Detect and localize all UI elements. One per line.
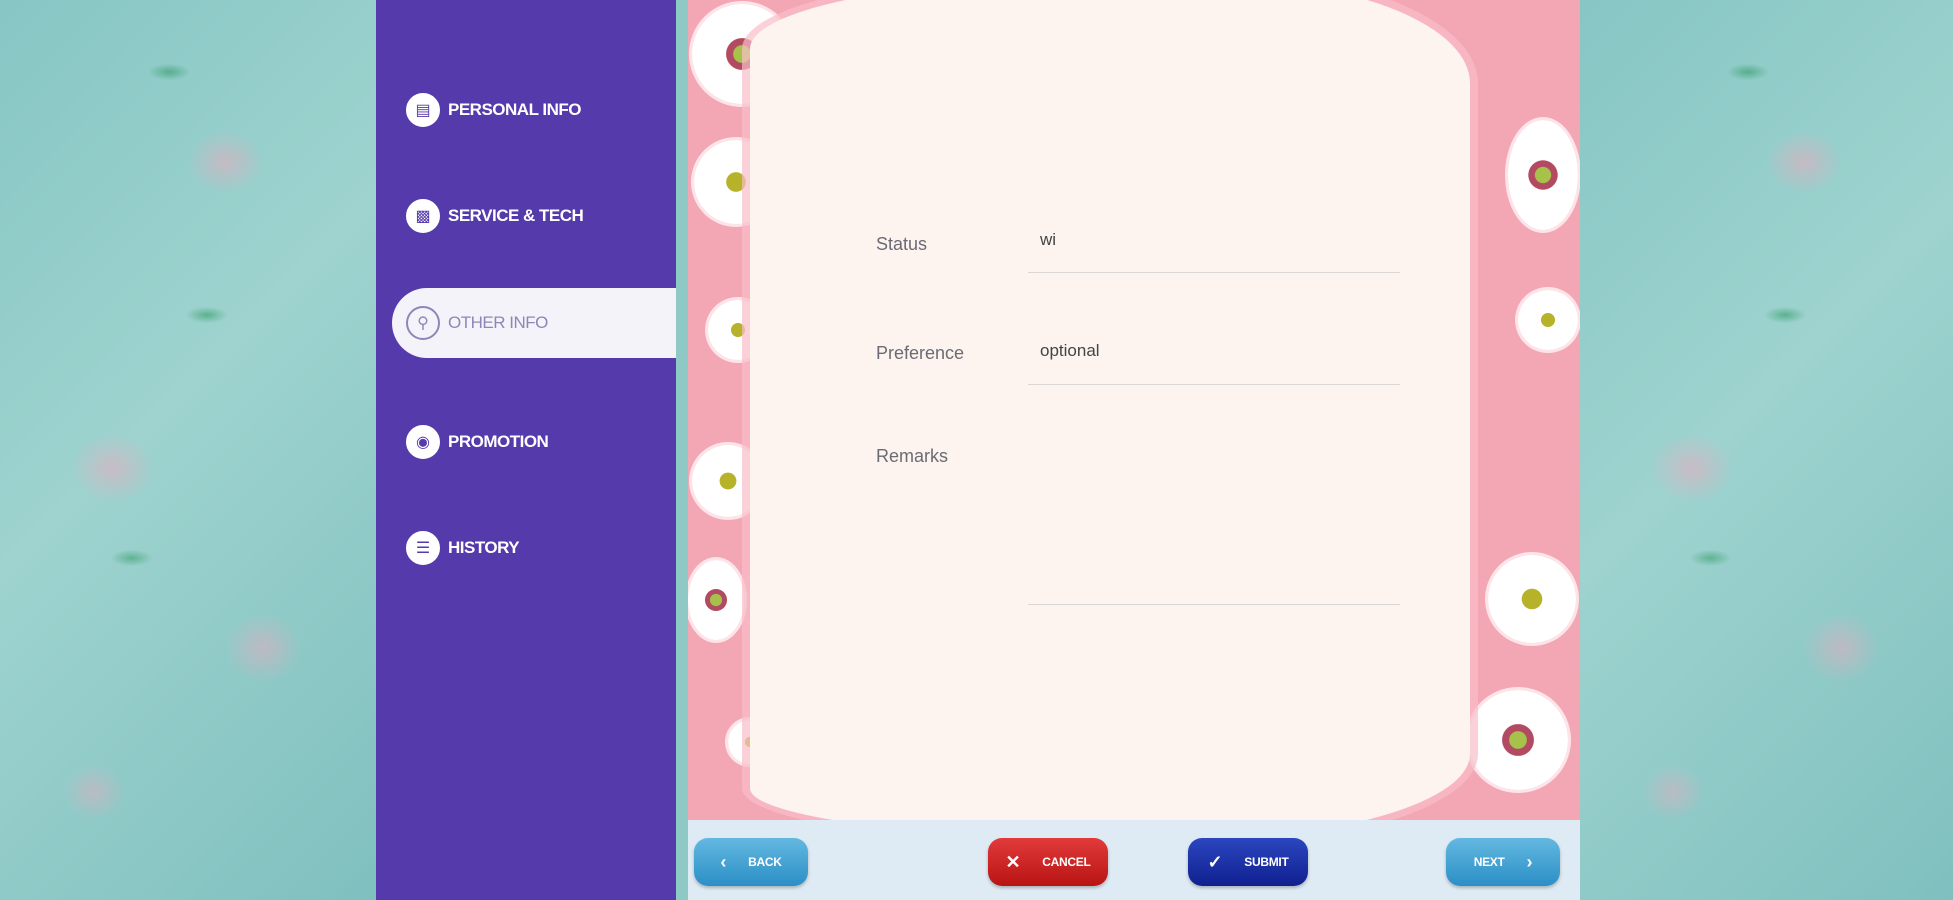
status-label: Status [876,234,928,254]
flower-decoration [688,560,744,640]
sidebar-item-promotion[interactable]: ◉ PROMOTION [406,414,666,470]
sidebar-item-label: SERVICE & TECH [448,206,584,225]
sidebar-item-label: HISTORY [448,538,520,557]
sidebar-item-other-info[interactable]: ⚲ OTHER INFO [392,288,676,358]
sidebar-item-personal-info[interactable]: ▤ PERSONAL INFO [406,82,666,138]
sidebar-item-label: OTHER INFO [448,313,548,332]
remarks-textarea[interactable] [1028,440,1400,604]
status-underline [1028,272,1400,273]
flower-decoration [1508,120,1578,230]
next-button-label: NEXT [1473,855,1505,869]
sidebar-item-history[interactable]: ☰ HISTORY [406,520,666,576]
flower-decoration [1468,690,1568,790]
flower-decoration [1488,555,1576,643]
status-input[interactable]: wi [1040,230,1056,250]
chevron-right-icon: › [1526,851,1533,872]
chevron-left-icon: ‹ [720,851,727,872]
id-card-icon: ▤ [406,93,440,127]
preference-input[interactable]: optional [1040,341,1100,361]
remarks-underline [1028,604,1400,605]
floral-background-right [1580,0,1953,900]
search-doc-icon: ⚲ [406,306,440,340]
check-icon: ✓ [1207,851,1223,872]
list-icon: ☰ [406,531,440,565]
sidebar-item-label: PERSONAL INFO [448,100,581,119]
paper-background [750,0,1470,820]
preference-underline [1028,384,1400,385]
chart-icon: ▩ [406,199,440,233]
submit-button[interactable]: ✓ SUBMIT [1188,838,1308,886]
sidebar-item-service-tech[interactable]: ▩ SERVICE & TECH [406,188,666,244]
sidebar-item-label: PROMOTION [448,432,549,451]
submit-button-label: SUBMIT [1244,855,1289,869]
cancel-button-label: CANCEL [1042,855,1091,869]
flower-decoration [1518,290,1578,350]
form-panel [688,0,1580,820]
remarks-label: Remarks [876,446,949,466]
sidebar: ▤ PERSONAL INFO ▩ SERVICE & TECH ⚲ OTHER… [376,0,676,900]
back-button[interactable]: ‹ BACK [694,838,808,886]
camera-icon: ◉ [406,425,440,459]
close-icon: ✕ [1005,851,1021,872]
next-button[interactable]: NEXT › [1446,838,1560,886]
floral-background-left [0,0,376,900]
preference-label: Preference [876,343,965,363]
cancel-button[interactable]: ✕ CANCEL [988,838,1108,886]
back-button-label: BACK [748,855,782,869]
